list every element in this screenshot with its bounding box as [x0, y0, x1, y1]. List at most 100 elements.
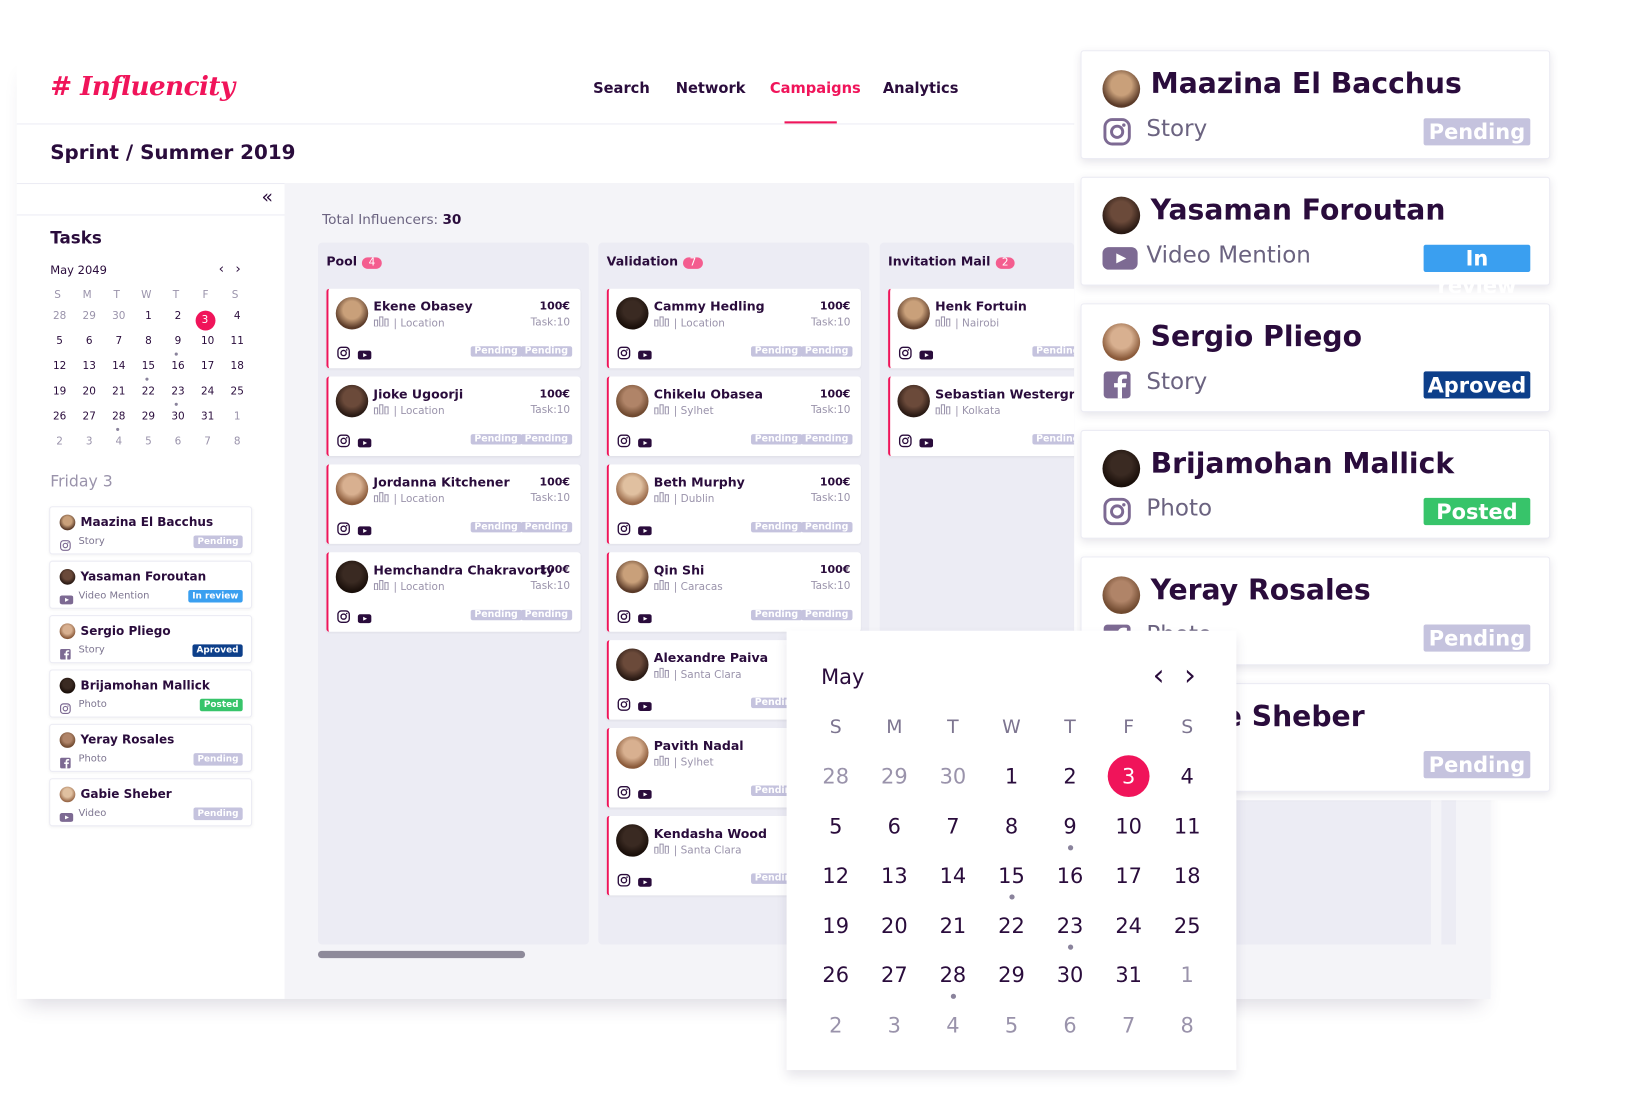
calendar-day[interactable]: 13 [77, 361, 102, 373]
calendar-day[interactable]: 5 [815, 805, 857, 847]
calendar-day[interactable]: 25 [225, 386, 250, 398]
calendar-day[interactable]: 29 [873, 755, 915, 797]
calendar-day[interactable]: 29 [991, 954, 1033, 996]
calendar-day[interactable]: 3 [195, 310, 215, 331]
calendar-day[interactable]: 8 [136, 336, 161, 348]
nav-campaigns[interactable]: Campaigns [770, 81, 861, 98]
calendar-day[interactable]: 27 [873, 954, 915, 996]
calendar-day[interactable]: 31 [1108, 954, 1150, 996]
calendar-day[interactable]: 8 [225, 436, 250, 448]
nav-network[interactable]: Network [676, 81, 746, 98]
prev-month-icon[interactable]: ‹ [1153, 658, 1165, 693]
calendar-day[interactable]: 2 [165, 311, 190, 323]
nav-analytics[interactable]: Analytics [883, 81, 959, 98]
calendar-day[interactable]: 4 [106, 436, 131, 448]
calendar-day[interactable]: 18 [1166, 855, 1208, 897]
calendar-day[interactable]: 15 [991, 855, 1033, 897]
calendar-day[interactable]: 28 [932, 954, 974, 996]
next-month-icon[interactable]: › [235, 262, 240, 278]
task-card[interactable]: Sergio Pliego Story Aproved [49, 615, 253, 664]
calendar-day[interactable]: 28 [815, 755, 857, 797]
calendar-day[interactable]: 2 [1049, 755, 1091, 797]
task-card[interactable]: Gabie Sheber Video Pending [49, 778, 253, 827]
calendar-day[interactable]: 24 [195, 386, 220, 398]
calendar-day[interactable]: 10 [195, 336, 220, 348]
calendar-day[interactable]: 21 [106, 386, 131, 398]
calendar-day[interactable]: 14 [932, 855, 974, 897]
calendar-day[interactable]: 1 [225, 411, 250, 423]
calendar-day[interactable]: 1 [136, 311, 161, 323]
task-card[interactable]: Yeray Rosales Photo Pending [49, 723, 253, 772]
calendar-day[interactable]: 6 [77, 336, 102, 348]
calendar-day[interactable]: 23 [1049, 904, 1091, 946]
task-detail-card[interactable]: Yasaman Foroutan Video Mention In review [1080, 176, 1551, 298]
calendar-day[interactable]: 19 [815, 904, 857, 946]
calendar-day[interactable]: 8 [1166, 1004, 1208, 1046]
influencer-card[interactable]: Chikelu Obasea | Sylhet 100€ Task:10 Pendin… [606, 376, 861, 457]
calendar-day[interactable]: 22 [136, 386, 161, 398]
influencer-card[interactable]: Cammy Hedling | Location 100€ Task:10 Pendi… [606, 288, 861, 369]
influencer-card[interactable]: Qin Shi | Caracas 100€ Task:10 Pending Pendi… [606, 552, 861, 632]
task-detail-card[interactable]: Maazina El Bacchus Story Pending [1080, 50, 1551, 159]
influencer-card[interactable]: Jioke Ugoorji | Location 100€ Task:10 Pendi… [326, 376, 581, 457]
calendar-day[interactable]: 9 [1049, 805, 1091, 847]
calendar-day[interactable]: 1 [991, 755, 1033, 797]
task-detail-card[interactable]: Brijamohan Mallick Photo Posted [1080, 429, 1551, 539]
calendar-day[interactable]: 28 [106, 411, 131, 423]
calendar-day[interactable]: 20 [873, 904, 915, 946]
calendar-day[interactable]: 3 [1107, 755, 1150, 798]
calendar-day[interactable]: 6 [873, 805, 915, 847]
calendar-day[interactable]: 16 [165, 361, 190, 373]
calendar-day[interactable]: 3 [873, 1004, 915, 1046]
calendar-day[interactable]: 21 [932, 904, 974, 946]
calendar-day[interactable]: 4 [1166, 755, 1208, 797]
influencer-card[interactable]: Henk Fortuin | Nairobi100€Task:10Pending… [888, 288, 1075, 369]
next-month-icon[interactable]: › [1184, 658, 1196, 693]
calendar-day[interactable]: 11 [1166, 805, 1208, 847]
calendar-day[interactable]: 12 [47, 361, 72, 373]
influencer-card[interactable]: Beth Murphy | Dublin 100€ Task:10 Pending Pe… [606, 464, 861, 544]
calendar-day[interactable]: 22 [991, 904, 1033, 946]
calendar-day[interactable]: 7 [106, 336, 131, 348]
calendar-day[interactable]: 16 [1049, 855, 1091, 897]
calendar-day[interactable]: 3 [77, 436, 102, 448]
calendar-day[interactable]: 23 [165, 386, 190, 398]
calendar-day[interactable]: 25 [1166, 904, 1208, 946]
calendar-day[interactable]: 26 [815, 954, 857, 996]
calendar-day[interactable]: 30 [165, 411, 190, 423]
nav-search[interactable]: Search [593, 81, 650, 98]
calendar-day[interactable]: 6 [1049, 1004, 1091, 1046]
calendar-day[interactable]: 1 [1166, 954, 1208, 996]
influencer-card[interactable]: Sebastian Westergren | Kolkata100€Task:1… [888, 376, 1075, 457]
influencer-card[interactable]: Jordanna Kitchener | Location 100€ Task:10… [326, 464, 581, 544]
calendar-day[interactable]: 30 [106, 311, 131, 323]
calendar-day[interactable]: 11 [225, 336, 250, 348]
calendar-day[interactable]: 12 [815, 855, 857, 897]
calendar-day[interactable]: 26 [47, 411, 72, 423]
calendar-day[interactable]: 17 [195, 361, 220, 373]
calendar-day[interactable]: 31 [195, 411, 220, 423]
task-card[interactable]: Yasaman Foroutan Video Mention In review [49, 560, 253, 609]
calendar-day[interactable]: 9 [165, 336, 190, 348]
calendar-day[interactable]: 28 [47, 311, 72, 323]
calendar-day[interactable]: 17 [1108, 855, 1150, 897]
calendar-day[interactable]: 18 [225, 361, 250, 373]
calendar-day[interactable]: 7 [932, 805, 974, 847]
calendar-day[interactable]: 20 [77, 386, 102, 398]
calendar-day[interactable]: 7 [1108, 1004, 1150, 1046]
calendar-day[interactable]: 14 [106, 361, 131, 373]
calendar-day[interactable]: 7 [195, 436, 220, 448]
calendar-day[interactable]: 29 [136, 411, 161, 423]
calendar-day[interactable]: 5 [991, 1004, 1033, 1046]
calendar-day[interactable]: 30 [932, 755, 974, 797]
calendar-day[interactable]: 8 [991, 805, 1033, 847]
horizontal-scrollbar[interactable] [317, 950, 526, 959]
calendar-day[interactable]: 30 [1049, 954, 1091, 996]
influencer-card[interactable]: Ekene Obasey | Location 100€ Task:10 Pendin… [326, 288, 581, 369]
task-card[interactable]: Brijamohan Mallick Photo Posted [49, 669, 253, 718]
calendar-day[interactable]: 6 [165, 436, 190, 448]
calendar-day[interactable]: 15 [136, 361, 161, 373]
calendar-day[interactable]: 5 [136, 436, 161, 448]
calendar-day[interactable]: 27 [77, 411, 102, 423]
calendar-day[interactable]: 13 [873, 855, 915, 897]
